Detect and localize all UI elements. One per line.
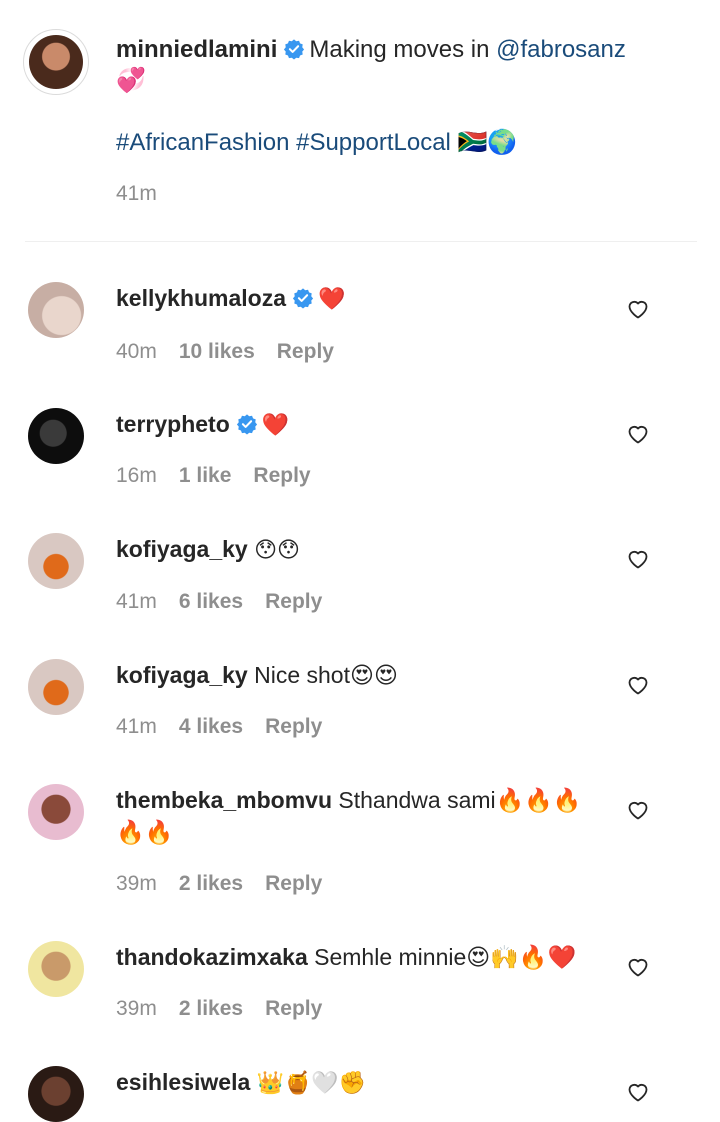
comment-username[interactable]: kofiyaga_ky <box>116 662 248 688</box>
comment-meta: 39m 2 likes Reply <box>116 872 344 896</box>
caption-username[interactable]: minniedlamini <box>116 36 277 63</box>
heart-outline-icon[interactable] <box>626 673 650 697</box>
reply-button[interactable]: Reply <box>265 997 322 1020</box>
verified-badge-icon <box>292 288 314 309</box>
comment-username[interactable]: kellykhumaloza <box>116 285 286 311</box>
comment-meta: 16m 1 like Reply <box>116 464 333 488</box>
heart-outline-icon[interactable] <box>626 422 650 446</box>
commenter-avatar[interactable] <box>28 533 84 589</box>
heart-outline-icon[interactable] <box>626 955 650 979</box>
comment-likes[interactable]: 2 likes <box>179 997 243 1020</box>
comment-text: ❤️ <box>318 287 346 312</box>
commenter-avatar[interactable] <box>28 784 84 840</box>
comment-text: Nice shot😍😍 <box>254 662 398 688</box>
divider <box>25 241 697 242</box>
commenter-avatar[interactable] <box>28 1066 84 1122</box>
commenter-avatar[interactable] <box>28 282 84 338</box>
verified-badge-icon <box>284 39 305 60</box>
comment-text: 😯😯 <box>254 538 300 563</box>
comment-time: 39m <box>116 872 157 895</box>
comment-time: 41m <box>116 715 157 738</box>
comment-username[interactable]: thandokazimxaka <box>116 944 308 970</box>
caption-text-prefix: Making moves in <box>309 36 497 63</box>
comment-meta: 39m 2 likes Reply <box>116 997 344 1021</box>
comment-likes[interactable]: 1 like <box>179 464 232 487</box>
comment-body: esihlesiwela 👑🍯🤍✊ <box>116 1066 606 1100</box>
comment-text: 👑🍯🤍✊ <box>256 1071 367 1096</box>
comment-body: kofiyaga_ky Nice shot😍😍 <box>116 659 606 691</box>
comment-body: thembeka_mbomvu Sthandwa sami🔥🔥🔥🔥🔥 <box>116 784 596 848</box>
comment-meta: 41m 6 likes Reply <box>116 590 344 614</box>
reply-button[interactable]: Reply <box>265 590 322 613</box>
comment-text: Semhle minnie😍🙌🔥❤️ <box>314 944 577 970</box>
comment-time: 41m <box>116 590 157 613</box>
heart-outline-icon[interactable] <box>626 798 650 822</box>
comment-body: kofiyaga_ky 😯😯 <box>116 533 606 567</box>
caption-timestamp: 41m <box>116 182 157 205</box>
reply-button[interactable]: Reply <box>277 340 334 363</box>
post-caption: minniedlamini Making moves in @fabrosanz … <box>0 0 720 242</box>
comment-likes[interactable]: 2 likes <box>179 872 243 895</box>
caption-mention-link[interactable]: @fabrosanz <box>496 36 626 63</box>
comment-username[interactable]: terrypheto <box>116 411 230 437</box>
heart-outline-icon[interactable] <box>626 297 650 321</box>
comment-body: terrypheto ❤️ <box>116 408 606 442</box>
comment-time: 39m <box>116 997 157 1020</box>
comment-body: kellykhumaloza ❤️ <box>116 282 606 316</box>
heart-outline-icon[interactable] <box>626 547 650 571</box>
comment-time: 40m <box>116 340 157 363</box>
caption-text: minniedlamini Making moves in @fabrosanz <box>116 34 676 66</box>
reply-button[interactable]: Reply <box>253 464 310 487</box>
comment-likes[interactable]: 4 likes <box>179 715 243 738</box>
heart-outline-icon[interactable] <box>626 1080 650 1104</box>
comment-username[interactable]: kofiyaga_ky <box>116 536 248 562</box>
commenter-avatar[interactable] <box>28 408 84 464</box>
comment-meta: 41m 4 likes Reply <box>116 715 344 739</box>
caption-hashtags[interactable]: #AfricanFashion #SupportLocal 🇿🇦🌍 <box>116 127 517 159</box>
comment-meta: 40m 10 likes Reply <box>116 340 356 364</box>
verified-badge-icon <box>236 414 257 435</box>
commenter-avatar[interactable] <box>28 659 84 715</box>
reply-button[interactable]: Reply <box>265 715 322 738</box>
reply-button[interactable]: Reply <box>265 872 322 895</box>
comment-likes[interactable]: 6 likes <box>179 590 243 613</box>
commenter-avatar[interactable] <box>28 941 84 997</box>
caption-emoji: 💞 <box>116 66 146 94</box>
comment-text: ❤️ <box>261 413 290 438</box>
comment-username[interactable]: thembeka_mbomvu <box>116 787 332 813</box>
comment-likes[interactable]: 10 likes <box>179 340 255 363</box>
caption-author-avatar[interactable] <box>23 29 89 95</box>
comment-body: thandokazimxaka Semhle minnie😍🙌🔥❤️ <box>116 941 606 973</box>
comment-time: 16m <box>116 464 157 487</box>
comment-username[interactable]: esihlesiwela <box>116 1069 250 1095</box>
